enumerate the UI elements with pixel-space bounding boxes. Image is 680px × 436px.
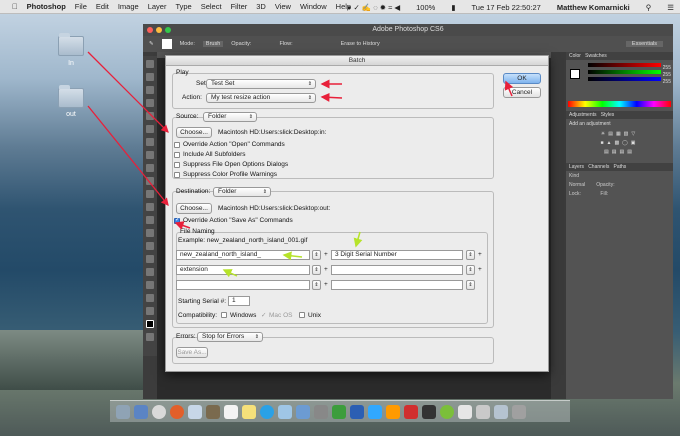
mail-icon[interactable] — [188, 404, 202, 419]
arrow-to-ok — [504, 80, 514, 97]
arrow-to-action — [320, 92, 343, 102]
notes-icon[interactable] — [242, 404, 256, 419]
acrobat-dock-icon[interactable] — [404, 404, 418, 419]
arrow-to-extension-field — [222, 269, 238, 278]
firefox-icon[interactable] — [170, 404, 184, 419]
app-icon-green[interactable] — [440, 404, 454, 419]
textedit-icon[interactable] — [476, 404, 490, 419]
annotation-overlay — [87, 51, 514, 278]
dock — [110, 400, 570, 422]
word-icon[interactable] — [350, 404, 364, 419]
arrow-to-name-field — [282, 251, 303, 261]
photoshop-dock-icon[interactable] — [368, 404, 382, 419]
app-store-icon[interactable] — [296, 404, 310, 419]
trash-icon[interactable] — [512, 404, 526, 419]
illustrator-dock-icon[interactable] — [386, 404, 400, 419]
system-preferences-icon[interactable] — [314, 404, 328, 419]
calendar-icon[interactable] — [224, 404, 238, 419]
terminal-icon[interactable] — [422, 404, 436, 419]
preview-icon[interactable] — [458, 404, 472, 419]
skype-icon[interactable] — [260, 404, 274, 419]
arrow-to-serial-field — [353, 231, 363, 248]
excel-icon[interactable] — [332, 404, 346, 419]
launchpad-icon[interactable] — [134, 404, 148, 419]
arrow-to-override-save — [174, 221, 191, 230]
contacts-icon[interactable] — [206, 404, 220, 419]
messages-icon[interactable] — [278, 404, 292, 419]
finder-icon[interactable] — [116, 404, 130, 419]
downloads-stack-icon[interactable] — [494, 404, 508, 419]
safari-icon[interactable] — [152, 404, 166, 419]
